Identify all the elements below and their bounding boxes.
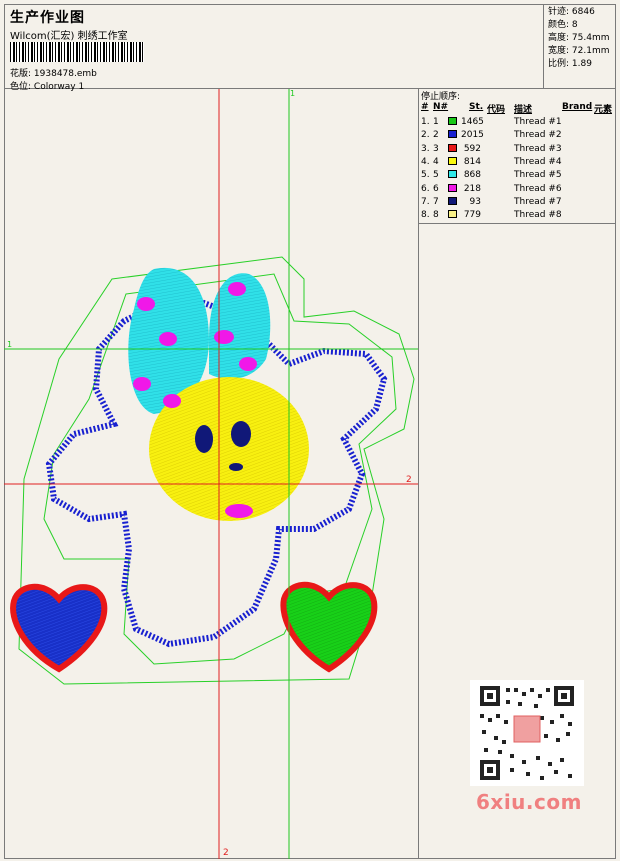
row-n: 2	[433, 130, 439, 141]
col-code: 代码	[487, 105, 506, 115]
design-file: 花版: 1938478.emb	[10, 66, 97, 79]
row-stitches: 1465	[461, 117, 484, 127]
row-n: 8	[433, 210, 439, 221]
heart-left	[10, 583, 108, 673]
row-stitches: 868	[463, 170, 481, 181]
row-index: 5.	[421, 170, 430, 181]
stat-scale: 比例: 1.89	[548, 59, 592, 69]
col-index: #	[421, 102, 429, 112]
row-n: 7	[433, 196, 439, 207]
studio-name: Wilcom(汇宏) 刺绣工作室	[10, 31, 128, 42]
stop-row: 1. 1 1465 Thread #1	[419, 116, 616, 129]
row-stitches: 814	[463, 156, 481, 167]
row-stitches: 779	[463, 210, 481, 221]
thread-swatch	[448, 170, 457, 179]
row-stitches: 2015	[461, 130, 484, 141]
watermark: 6xiu.com	[476, 790, 582, 814]
stat-colors: 颜色: 8	[548, 20, 578, 30]
row-index: 4.	[421, 156, 430, 167]
embroidery-preview: 1 1 2 2	[4, 89, 418, 859]
qr-code-image	[470, 680, 584, 786]
row-n: 4	[433, 156, 439, 167]
row-desc: Thread #5	[514, 170, 562, 181]
stop-row: 5. 5 868 Thread #5	[419, 169, 616, 182]
row-index: 8.	[421, 210, 430, 221]
guide-label-left: 1	[7, 340, 12, 349]
design-label: 花版:	[10, 69, 32, 79]
stop-row: 2. 2 2015 Thread #2	[419, 129, 616, 142]
stop-row: 8. 8 779 Thread #8	[419, 209, 616, 222]
row-stitches: 93	[469, 196, 481, 207]
stop-row: 3. 3 592 Thread #3	[419, 143, 616, 156]
row-n: 5	[433, 170, 439, 181]
thread-swatch	[448, 196, 457, 205]
col-brand: Brand	[562, 102, 593, 112]
stop-table-divider	[419, 223, 616, 224]
col-n: N#	[433, 102, 449, 112]
page-title: 生产作业图	[10, 10, 85, 26]
heart-right	[280, 581, 378, 673]
row-index: 6.	[421, 183, 430, 194]
row-desc: Thread #8	[514, 210, 562, 221]
thread-swatch	[448, 183, 457, 192]
row-index: 2.	[421, 130, 430, 141]
qr-code	[470, 680, 584, 786]
header: 生产作业图 Wilcom(汇宏) 刺绣工作室 花版: 1938478.emb 色…	[4, 4, 616, 92]
design-canvas: 1 1 2 2	[4, 89, 419, 859]
col-st: St.	[469, 102, 484, 112]
stat-height: 高度: 75.4mm	[548, 33, 610, 43]
row-n: 1	[433, 117, 439, 127]
row-stitches: 592	[463, 143, 481, 154]
row-index: 1.	[421, 117, 430, 127]
row-stitches: 218	[463, 183, 481, 194]
guide-label-right: 2	[406, 475, 412, 485]
row-desc: Thread #7	[514, 196, 562, 207]
stat-width: 宽度: 72.1mm	[548, 46, 610, 56]
col-element: 元素	[594, 105, 613, 115]
stat-stitches: 针迹: 6846	[548, 7, 595, 17]
row-n: 3	[433, 143, 439, 154]
row-desc: Thread #3	[514, 143, 562, 154]
thread-swatch	[448, 156, 457, 165]
row-index: 7.	[421, 196, 430, 207]
stop-row: 6. 6 218 Thread #6	[419, 183, 616, 196]
row-desc: Thread #1	[514, 117, 562, 127]
stats-panel: 针迹: 6846 颜色: 8 高度: 75.4mm 宽度: 72.1mm 比例:…	[543, 4, 616, 89]
row-n: 6	[433, 183, 439, 194]
stop-row: 4. 4 814 Thread #4	[419, 156, 616, 169]
thread-swatch	[448, 117, 457, 125]
row-index: 3.	[421, 143, 430, 154]
barcode	[10, 42, 144, 62]
thread-swatch	[448, 210, 457, 219]
row-desc: Thread #2	[514, 130, 562, 141]
design-value: 1938478.emb	[33, 69, 97, 79]
guide-label-bottom: 2	[223, 848, 229, 858]
guide-label-top: 1	[290, 89, 295, 98]
thread-swatch	[448, 130, 457, 139]
stop-table-header: # N# St. 代码 描述 Brand 元素	[419, 101, 616, 115]
row-desc: Thread #6	[514, 183, 562, 194]
thread-swatch	[448, 143, 457, 152]
col-desc: 描述	[514, 105, 533, 115]
row-desc: Thread #4	[514, 156, 562, 167]
stop-row: 7. 7 93 Thread #7	[419, 196, 616, 209]
